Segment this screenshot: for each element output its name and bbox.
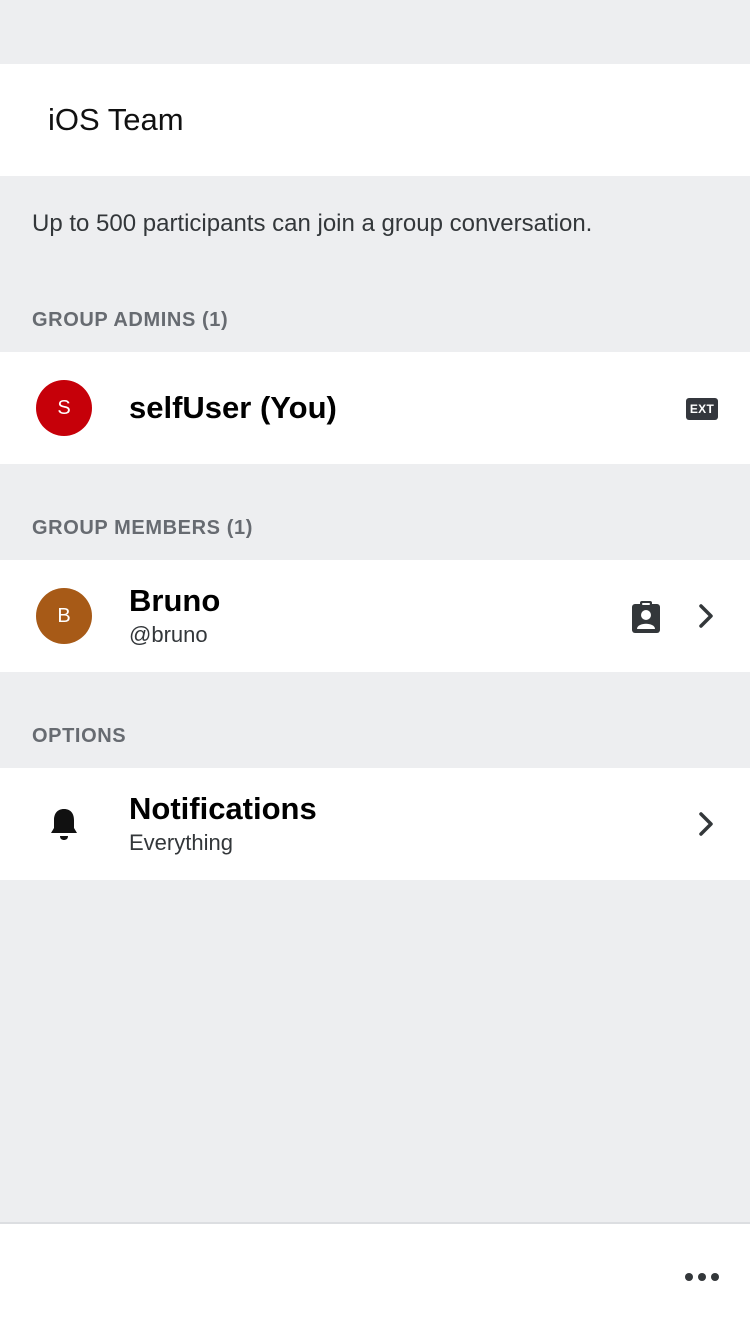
group-admins-header: GROUP ADMINS (1) bbox=[32, 309, 229, 331]
participants-limit-note: Up to 500 participants can join a group … bbox=[32, 210, 593, 237]
avatar-initial: B bbox=[57, 604, 71, 627]
conversation-name-cell[interactable]: iOS Team bbox=[0, 64, 750, 176]
notifications-row-text: Notifications Everything bbox=[129, 768, 317, 880]
member-row-bruno[interactable]: B Bruno @bruno bbox=[0, 560, 750, 672]
avatar: B bbox=[36, 588, 92, 644]
group-members-header: GROUP MEMBERS (1) bbox=[32, 517, 253, 539]
member-row-text: Bruno @bruno bbox=[129, 560, 220, 672]
admin-row-text: selfUser (You) bbox=[129, 352, 337, 464]
admin-name: selfUser (You) bbox=[129, 390, 337, 425]
contact-card-icon bbox=[630, 600, 662, 634]
avatar-initial: S bbox=[57, 396, 71, 419]
notifications-title: Notifications bbox=[129, 791, 317, 826]
ellipsis-icon bbox=[685, 1273, 719, 1281]
bell-icon bbox=[48, 806, 80, 842]
member-name: Bruno bbox=[129, 583, 221, 618]
conversation-title[interactable]: iOS Team bbox=[48, 102, 184, 138]
options-header: OPTIONS bbox=[32, 725, 127, 747]
avatar: S bbox=[36, 380, 92, 436]
group-details-screen: iOS Team Up to 500 participants can join… bbox=[0, 0, 750, 1334]
member-handle: @bruno bbox=[129, 622, 208, 647]
external-badge: EXT bbox=[686, 398, 718, 420]
notifications-value: Everything bbox=[129, 830, 233, 855]
admin-row-selfuser[interactable]: S selfUser (You) EXT bbox=[0, 352, 750, 464]
bottom-action-bar bbox=[0, 1222, 750, 1334]
notifications-option-row[interactable]: Notifications Everything bbox=[0, 768, 750, 880]
chevron-right-icon bbox=[694, 808, 718, 840]
chevron-right-icon bbox=[694, 600, 718, 632]
more-options-button[interactable] bbox=[682, 1262, 722, 1292]
